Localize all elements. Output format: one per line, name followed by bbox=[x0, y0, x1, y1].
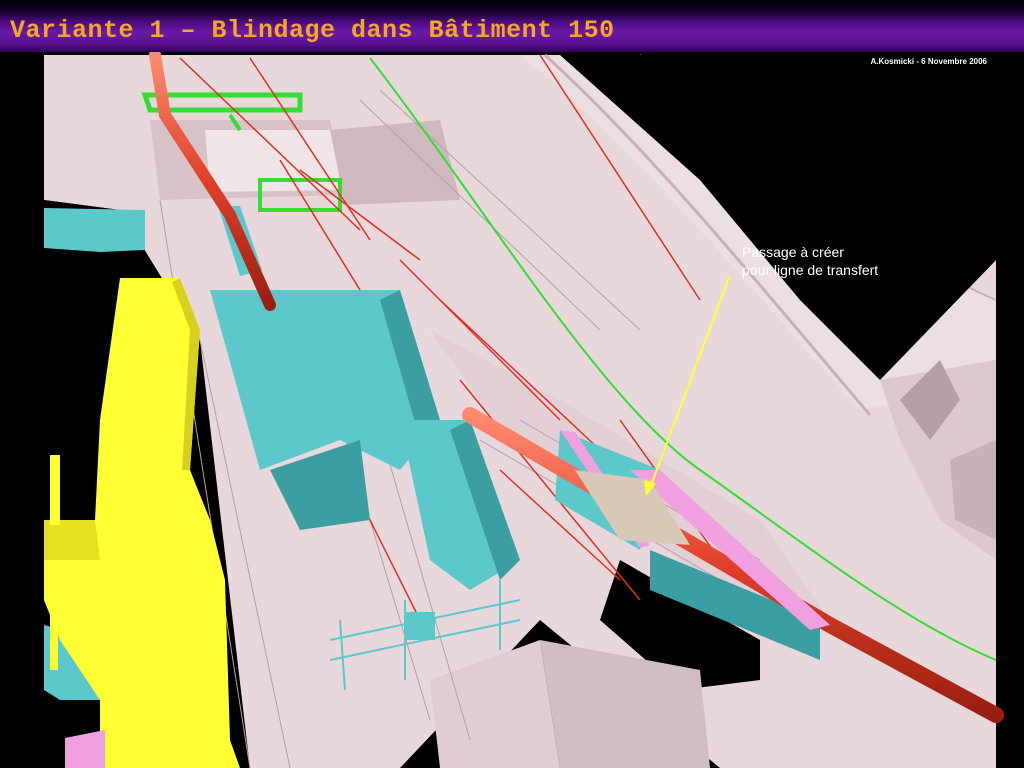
annotation-line-2: pour ligne de transfert bbox=[742, 262, 879, 278]
passage-annotation: Passage à créer pour ligne de transfert bbox=[742, 243, 878, 279]
title-bar: Variante 1 – Blindage dans Bâtiment 150 bbox=[0, 0, 1024, 52]
slide-title: Variante 1 – Blindage dans Bâtiment 150 bbox=[10, 16, 615, 45]
building-3d-render bbox=[0, 52, 1024, 768]
author-credit: A.Kosmicki - 6 Novembre 2006 bbox=[870, 57, 988, 66]
annotation-line-1: Passage à créer bbox=[742, 244, 844, 260]
support-block bbox=[405, 612, 435, 640]
